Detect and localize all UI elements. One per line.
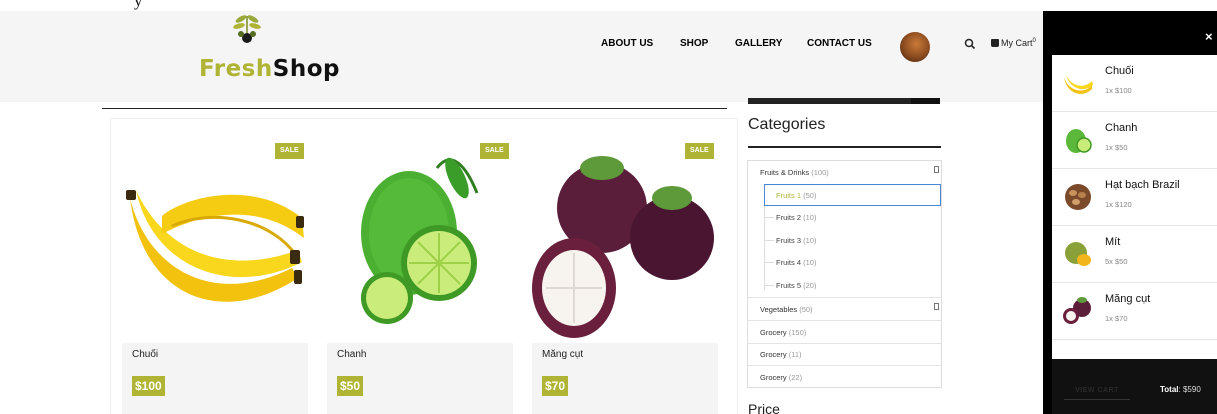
subcategory-label: Fruits 3 — [776, 236, 802, 245]
site-header — [0, 11, 1043, 102]
cart-count-badge: 0 — [1032, 38, 1036, 44]
nav-about-us[interactable]: ABOUT US — [601, 38, 653, 49]
lime-image — [327, 138, 513, 343]
top-strip: y — [0, 0, 1217, 10]
category-grocery[interactable]: Grocery (150) — [760, 328, 806, 337]
close-icon[interactable]: × — [1205, 29, 1213, 44]
product-price: $100 — [132, 376, 165, 396]
cart-item-list: Chuối 1x $100 Chanh 1x $50 Hạt bạch Braz… — [1052, 55, 1217, 359]
collapse-toggle-icon[interactable] — [934, 166, 939, 173]
category-grocery[interactable]: Grocery (11) — [760, 350, 802, 359]
subcategory-fruits-2[interactable]: Fruits 2 (10) — [776, 213, 816, 222]
category-label: Fruits & Drinks — [760, 168, 810, 177]
product-price: $50 — [337, 376, 364, 396]
category-grocery[interactable]: Grocery (22) — [760, 373, 802, 382]
category-fruits-drinks[interactable]: Fruits & Drinks (100) — [760, 168, 829, 177]
subcategory-label: Fruits 1 — [776, 191, 802, 200]
subcategory-count: (50) — [803, 191, 817, 200]
shopping-bag-icon — [991, 39, 999, 47]
subcategory-count: (20) — [803, 281, 817, 290]
mangosteen-image — [532, 138, 718, 343]
banana-image — [122, 138, 308, 343]
category-count: (22) — [788, 373, 803, 382]
subcategory-fruits-5[interactable]: Fruits 5 (20) — [776, 281, 816, 290]
sale-badge: SALE — [275, 143, 304, 159]
nav-shop[interactable]: SHOP — [680, 38, 708, 49]
category-count: (11) — [788, 350, 802, 359]
subcategory-count: (10) — [803, 213, 817, 222]
cart-item-name: Măng cụt — [1105, 293, 1151, 305]
category-label: Grocery — [760, 373, 787, 382]
tree-connector — [764, 206, 765, 290]
my-cart-link[interactable]: My Cart0 — [991, 38, 1036, 48]
cart-item[interactable]: Mít 5x $50 — [1052, 226, 1217, 283]
category-label: Grocery — [760, 350, 787, 359]
logo[interactable]: FreshShop — [199, 12, 339, 82]
my-cart-label: My Cart — [1001, 38, 1033, 48]
cart-item[interactable]: Hạt bạch Brazil 1x $120 — [1052, 169, 1217, 226]
nav-contact-us[interactable]: CONTACT US — [807, 38, 872, 49]
category-vegetables[interactable]: Vegetables (50) — [760, 305, 813, 314]
cart-item-qty: 1x $70 — [1105, 314, 1128, 323]
product-card-mang-cut[interactable] — [532, 138, 718, 414]
product-price: $70 — [542, 376, 569, 396]
categories-heading: Categories — [748, 116, 826, 133]
sidebar-top-bar — [748, 98, 940, 104]
search-icon[interactable] — [963, 37, 977, 51]
cart-item-name: Mít — [1105, 236, 1121, 248]
product-name[interactable]: Chanh — [337, 349, 366, 360]
cart-item-name: Hạt bạch Brazil — [1105, 179, 1180, 191]
lime-icon — [1066, 129, 1092, 153]
total-value: $590 — [1182, 385, 1201, 394]
cart-item[interactable]: Chanh 1x $50 — [1052, 112, 1217, 169]
nav-gallery[interactable]: GALLERY — [735, 38, 782, 49]
cart-item[interactable]: Chuối 1x $100 — [1052, 55, 1217, 112]
subcategory-fruits-1[interactable]: Fruits 1 (50) — [776, 191, 816, 200]
top-strip-text: y — [134, 0, 143, 10]
cart-item-qty: 5x $50 — [1105, 257, 1128, 266]
category-count: (50) — [799, 305, 813, 314]
cart-item-name: Chanh — [1105, 122, 1138, 134]
subcategory-fruits-3[interactable]: Fruits 3 (10) — [776, 236, 816, 245]
cart-item[interactable]: Măng cụt 1x $70 — [1052, 283, 1217, 340]
cart-item-name: Chuối — [1105, 65, 1134, 77]
brand-part-shop: Shop — [272, 56, 340, 82]
subcategory-count: (10) — [803, 258, 817, 267]
cart-item-qty: 1x $50 — [1105, 143, 1128, 152]
category-count: (100) — [811, 168, 829, 177]
product-name[interactable]: Măng cụt — [542, 349, 583, 360]
categories-underline — [748, 146, 941, 148]
product-card-chuoi[interactable] — [122, 138, 308, 414]
cart-total: Total: $590 — [1160, 385, 1201, 394]
subcategory-label: Fruits 5 — [776, 281, 802, 290]
expand-toggle-icon[interactable] — [934, 303, 939, 310]
subcategory-label: Fruits 2 — [776, 213, 802, 222]
product-card-chanh[interactable] — [327, 138, 513, 414]
content-divider — [102, 108, 727, 109]
total-label: Total — [1160, 385, 1179, 394]
brand-part-fresh: Fresh — [199, 56, 273, 82]
price-heading: Price — [748, 401, 780, 414]
mangosteen-icon — [1063, 297, 1091, 324]
subcategory-label: Fruits 4 — [776, 258, 802, 267]
page: y FreshShop ABOUT US SHOP GALLERY CONTAC… — [0, 0, 1217, 414]
banana-icon — [1064, 75, 1093, 94]
avatar[interactable] — [900, 32, 930, 62]
view-cart-button[interactable]: VIEW CART — [1064, 381, 1130, 400]
cart-item-qty: 1x $120 — [1105, 200, 1132, 209]
category-label: Grocery — [760, 328, 787, 337]
category-count: (150) — [788, 328, 807, 337]
sale-badge: SALE — [480, 143, 509, 159]
product-name[interactable]: Chuối — [132, 349, 158, 360]
subcategory-fruits-4[interactable]: Fruits 4 (10) — [776, 258, 816, 267]
sale-badge: SALE — [685, 143, 714, 159]
subcategory-count: (10) — [803, 236, 817, 245]
cart-item-qty: 1x $100 — [1105, 86, 1132, 95]
brazil-nut-icon — [1065, 184, 1091, 210]
brand-name: FreshShop — [199, 56, 340, 82]
category-label: Vegetables — [760, 305, 798, 314]
jackfruit-icon — [1065, 242, 1091, 266]
olive-branch-icon — [233, 15, 261, 43]
